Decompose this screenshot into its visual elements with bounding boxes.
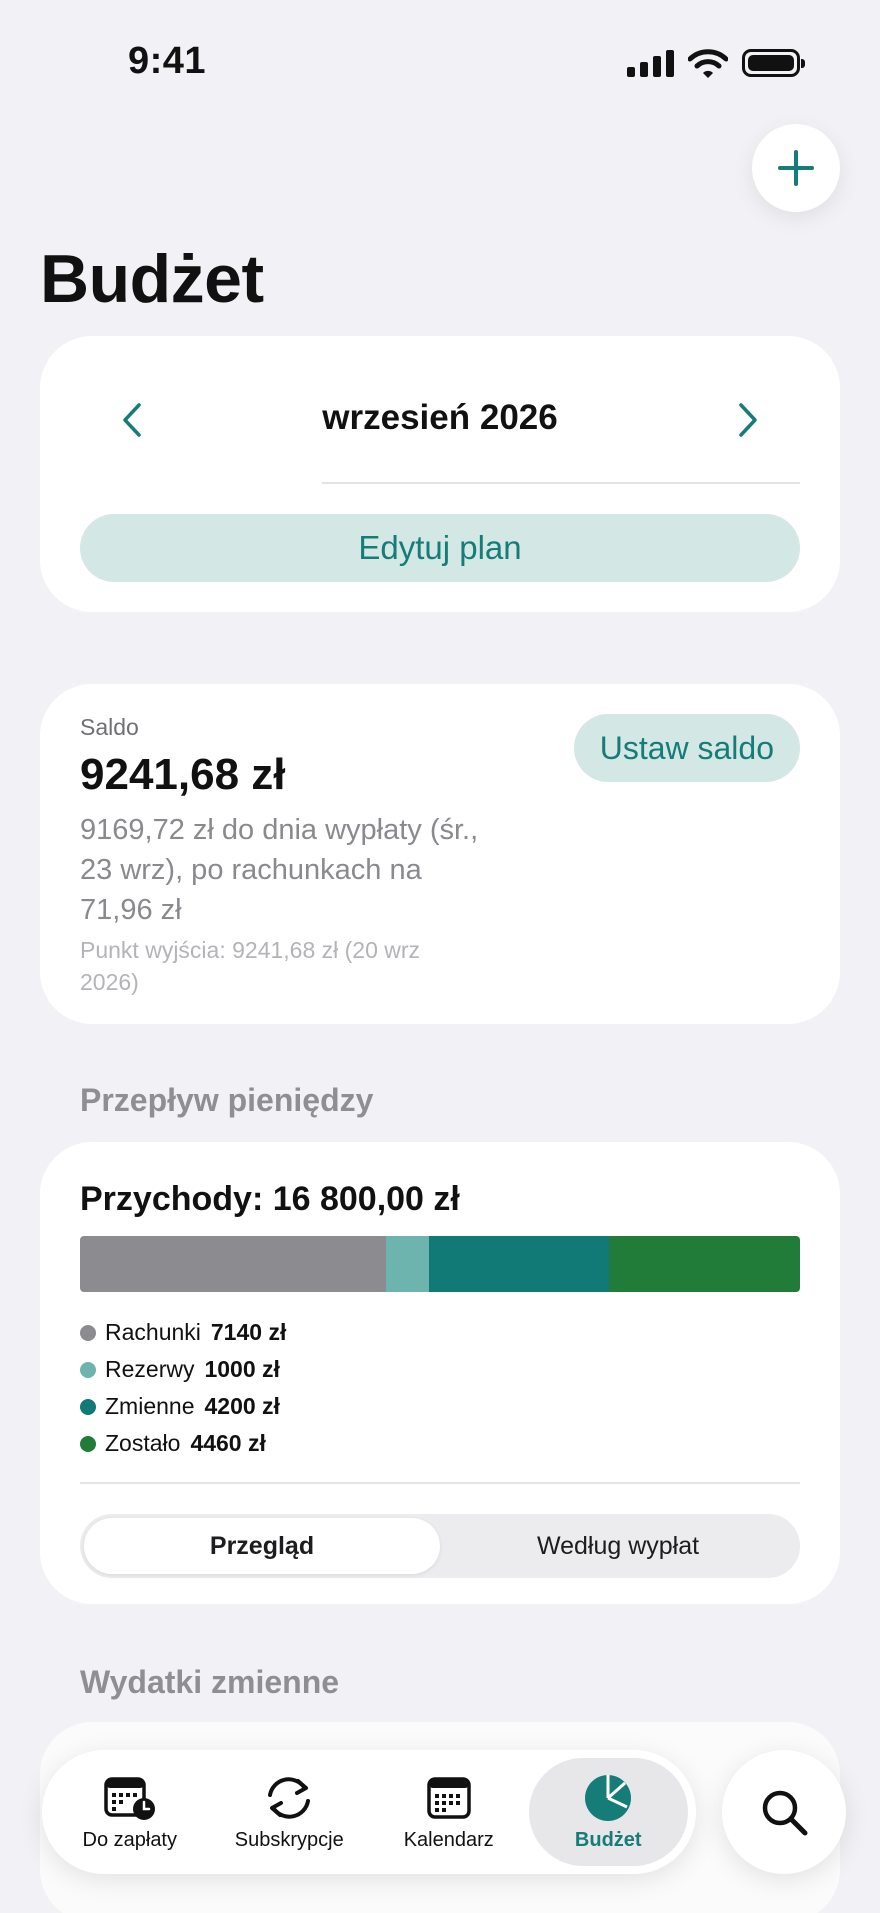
legend-item: Zostało 4460 zł xyxy=(80,1425,286,1462)
cash-flow-heading: Przepływ pieniędzy xyxy=(80,1082,374,1118)
balance-origin: Punkt wyjścia: 9241,68 zł (20 wrz 2026) xyxy=(80,937,421,995)
search-icon xyxy=(762,1790,808,1836)
tab-label: Budżet xyxy=(574,1828,642,1851)
set-balance-button[interactable]: Ustaw saldo xyxy=(573,714,800,782)
legend-dot xyxy=(80,1435,96,1452)
next-month-button[interactable] xyxy=(718,390,778,450)
cash-flow-legend: Rachunki 7140 zł Rezerwy 1000 zł Zmienne… xyxy=(80,1314,286,1462)
page-title: Budżet xyxy=(40,241,264,317)
tab-label: Subskrypcje xyxy=(234,1828,344,1851)
legend-item: Rezerwy 1000 zł xyxy=(80,1351,286,1388)
legend-label: Rezerwy xyxy=(105,1356,195,1382)
legend-dot xyxy=(80,1324,96,1341)
tab-label: Kalendarz xyxy=(403,1828,494,1851)
refresh-icon xyxy=(262,1773,316,1823)
legend-item: Zmienne 4200 zł xyxy=(80,1388,286,1425)
balance-card: Saldo 9241,68 zł 9169,72 zł do dnia wypł… xyxy=(40,684,840,1024)
legend-dot xyxy=(80,1361,96,1378)
balance-description: 9169,72 zł do dnia wypłaty (śr., 23 wrz)… xyxy=(80,814,479,926)
view-segmented-control: Przegląd Według wypłat xyxy=(80,1514,800,1578)
plus-icon xyxy=(778,150,814,186)
chevron-right-icon xyxy=(739,403,757,437)
cash-flow-card: Przychody: 16 800,00 zł Rachunki 7140 zł… xyxy=(40,1142,840,1604)
legend-label: Rachunki xyxy=(105,1319,201,1345)
edit-plan-button[interactable]: Edytuj plan xyxy=(80,514,800,582)
wifi-icon xyxy=(688,49,728,78)
month-underline xyxy=(322,482,800,484)
add-button[interactable] xyxy=(752,124,840,212)
budget-screen: 9:41 Budżet wrzesień 2026 Edytuj plan Sa… xyxy=(0,0,880,1913)
cash-flow-bar xyxy=(80,1236,800,1292)
status-icons xyxy=(627,48,805,78)
cash-flow-segment xyxy=(428,1236,609,1292)
balance-value: 9241,68 zł xyxy=(80,750,286,799)
tab-label: Do zapłaty xyxy=(82,1828,178,1851)
tab-by-paycheck[interactable]: Według wypłat xyxy=(440,1518,796,1574)
legend-label: Zostało xyxy=(105,1430,181,1456)
legend-dot xyxy=(80,1398,96,1415)
tab-overview[interactable]: Przegląd xyxy=(84,1518,440,1574)
variable-expenses-heading: Wydatki zmienne xyxy=(80,1664,340,1700)
cash-flow-segment xyxy=(386,1236,429,1292)
legend-item: Rachunki 7140 zł xyxy=(80,1314,286,1351)
calendar-clock-icon xyxy=(102,1773,158,1823)
search-button[interactable] xyxy=(722,1750,846,1874)
income-title: Przychody: 16 800,00 zł xyxy=(80,1180,460,1218)
tab-calendar[interactable]: Kalendarz xyxy=(369,1758,529,1866)
tab-budget[interactable]: Budżet xyxy=(528,1758,688,1866)
tab-to-pay[interactable]: Do zapłaty xyxy=(50,1758,210,1866)
battery-icon xyxy=(742,49,805,77)
balance-label: Saldo xyxy=(80,714,139,740)
month-selector-card: wrzesień 2026 Edytuj plan xyxy=(40,336,840,612)
divider xyxy=(80,1482,800,1484)
legend-amount: 7140 zł xyxy=(210,1319,287,1345)
cellular-signal-icon xyxy=(627,49,674,77)
tab-bar: Do zapłaty Subskrypcje Kalendarz Budżet xyxy=(42,1750,696,1874)
legend-amount: 4460 zł xyxy=(190,1430,266,1456)
cash-flow-segment xyxy=(608,1236,800,1292)
tab-subscriptions[interactable]: Subskrypcje xyxy=(210,1758,370,1866)
legend-amount: 1000 zł xyxy=(204,1356,280,1382)
pie-chart-icon xyxy=(583,1773,633,1823)
cash-flow-segment xyxy=(80,1236,386,1292)
legend-label: Zmienne xyxy=(105,1393,195,1419)
calendar-icon xyxy=(424,1773,474,1823)
status-time: 9:41 xyxy=(128,40,207,82)
legend-amount: 4200 zł xyxy=(204,1393,280,1419)
